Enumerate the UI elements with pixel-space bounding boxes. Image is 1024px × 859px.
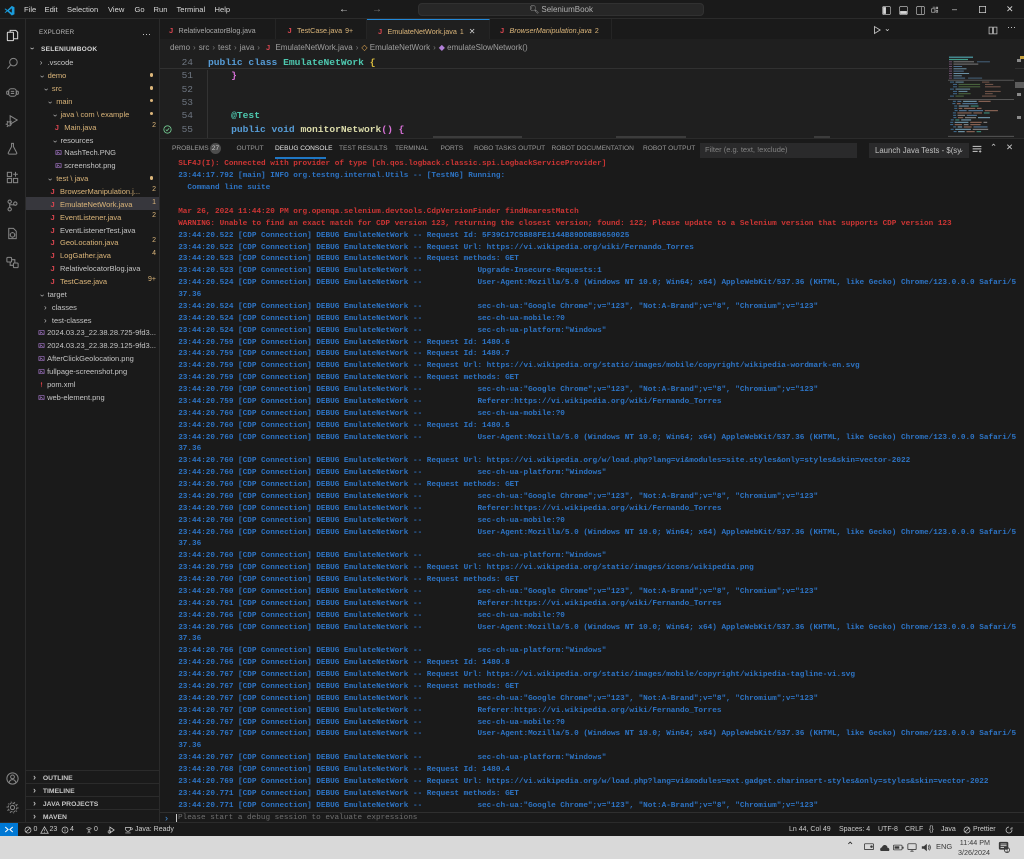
svg-text:1: 1: [1006, 848, 1009, 853]
